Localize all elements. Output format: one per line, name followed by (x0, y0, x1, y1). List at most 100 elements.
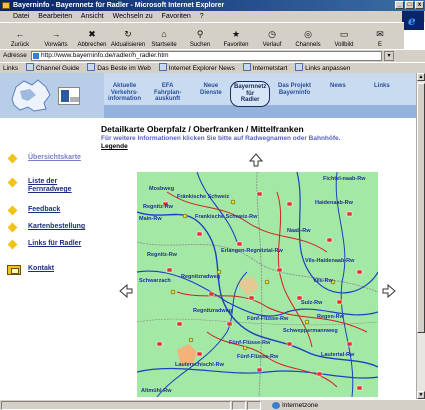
train-station-marker[interactable] (336, 299, 343, 305)
map-route-label[interactable]: Frankische Schweiz-Rw (195, 214, 258, 220)
train-station-marker[interactable] (356, 385, 363, 391)
train-station-marker[interactable] (256, 367, 263, 373)
menu-item-ansicht[interactable]: Ansicht (81, 13, 104, 20)
left-nav-links-f-r-radler[interactable]: Links für Radler (0, 239, 104, 250)
map-route-label[interactable]: Fünf-Flüsse-Rw (247, 316, 289, 322)
nav-tab-aktuelle-verkehrs-information[interactable]: Aktuelle Verkehrs-information (108, 83, 141, 103)
train-station-marker[interactable] (276, 267, 283, 273)
map-route-label[interactable]: Mosbweg (149, 186, 174, 192)
link-internetstart[interactable]: Internetstart (243, 65, 288, 72)
train-station-marker[interactable] (208, 291, 215, 297)
toolbar-button-vorwrts[interactable]: → Vorwärts (40, 23, 72, 49)
address-input[interactable]: http://www.bayerninfo.de/radler/h_radler… (31, 51, 382, 61)
map-route-label[interactable]: Fünf-Flüsse-Rw (229, 340, 271, 346)
arrow-left-icon[interactable] (119, 284, 133, 298)
map-route-label[interactable]: Schwarzach (139, 278, 171, 284)
map-route-label[interactable]: Fichtel-naab-Rw (323, 176, 366, 182)
train-station-marker[interactable] (256, 191, 263, 197)
map-route-label[interactable]: Regen-Rw (317, 314, 345, 320)
map-route-label[interactable]: Schweppermannweg (283, 328, 338, 334)
map-route-label[interactable]: Naab-Rw (287, 228, 311, 234)
maximize-button[interactable]: □ (405, 1, 414, 9)
link-channel-guide[interactable]: Channel Guide (26, 65, 79, 72)
toolbar-button-suchen[interactable]: ⚲ Suchen (184, 23, 216, 49)
toolbar-button-favoriten[interactable]: ★ Favoriten (220, 23, 252, 49)
link-ie-news[interactable]: Internet Explorer News (159, 65, 235, 72)
map-route-label[interactable]: Sulz-Rw (301, 300, 323, 306)
scroll-down-button[interactable]: ▼ (417, 391, 425, 399)
town-marker[interactable] (230, 199, 236, 205)
arrow-up-icon[interactable] (249, 153, 263, 167)
map-route-label[interactable]: Altmühl-Rw (141, 388, 172, 394)
train-station-marker[interactable] (346, 341, 353, 347)
town-marker[interactable] (304, 319, 310, 325)
scroll-up-button[interactable]: ▲ (417, 73, 425, 81)
town-marker[interactable] (170, 289, 176, 295)
town-marker[interactable] (242, 345, 248, 351)
menu-item-datei[interactable]: Datei (13, 13, 29, 20)
map-route-label[interactable]: Regnitz-Rw (143, 204, 174, 210)
train-station-marker[interactable] (166, 267, 173, 273)
arrow-right-icon[interactable] (382, 284, 396, 298)
menu-item-favoriten[interactable]: Favoriten (162, 13, 191, 20)
left-nav--bersichtskarte[interactable]: Übersichtskarte (0, 153, 104, 164)
map-route-label[interactable]: Regnitzradweg (181, 274, 220, 280)
link-das-beste-im-web[interactable]: Das Beste im Web (87, 65, 151, 72)
toolbar-button-e[interactable]: ✉ E (364, 23, 396, 49)
town-marker[interactable] (264, 279, 270, 285)
train-station-marker[interactable] (156, 341, 163, 347)
vertical-scrollbar[interactable]: ▲ ▼ (416, 73, 425, 399)
train-station-marker[interactable] (196, 231, 203, 237)
toolbar-button-startseite[interactable]: ⌂ Startseite (148, 23, 180, 49)
train-station-marker[interactable] (346, 211, 353, 217)
map-route-label[interactable]: Main-Rw (139, 216, 162, 222)
train-station-marker[interactable] (326, 237, 333, 243)
train-station-marker[interactable] (236, 241, 243, 247)
map-route-label[interactable]: Lautertal-Rw (321, 352, 355, 358)
train-station-marker[interactable] (196, 351, 203, 357)
nav-tab-das-projekt-bayerninfo[interactable]: Das Projekt Bayerninfo (278, 83, 311, 96)
map-route-label[interactable]: Regnitz-Rw (147, 252, 178, 258)
toolbar-button-channels[interactable]: ◎ Channels (292, 23, 324, 49)
toolbar-button-aktualisieren[interactable]: ↻ Aktualisieren (111, 23, 145, 49)
left-nav-feedback[interactable]: Feedback (0, 205, 104, 216)
bavaria-map-logo[interactable] (6, 77, 52, 113)
train-station-marker[interactable] (226, 321, 233, 327)
map-route-label[interactable]: Vils-Haidenaab-Rw (305, 258, 355, 264)
minimize-button[interactable]: _ (395, 1, 404, 9)
town-marker[interactable] (188, 337, 194, 343)
nav-tab-efa-fahrplan-auskunft[interactable]: EFA Fahrplan-auskunft (154, 83, 181, 103)
toolbar-button-abbrechen[interactable]: ✖ Abbrechen (76, 23, 108, 49)
toolbar-button-vollbild[interactable]: ▭ Vollbild (328, 23, 360, 49)
address-dropdown-button[interactable]: ▾ (384, 51, 394, 61)
legend-link[interactable]: Legende (101, 143, 128, 150)
train-station-marker[interactable] (286, 341, 293, 347)
map-route-label[interactable]: Fünf-Flüsse-Rw (237, 354, 279, 360)
left-nav-liste-der-fernradwege[interactable]: Liste der Fernradwege (0, 177, 104, 194)
menu-item-bearbeiten[interactable]: Bearbeiten (38, 13, 72, 20)
nav-tab-neue-dienste[interactable]: Neue Dienste (200, 83, 222, 96)
scroll-thumb[interactable] (417, 83, 425, 333)
window-title-bar[interactable]: Bayerninfo - Bayernnetz für Radler - Mic… (0, 0, 425, 11)
nav-tab-links[interactable]: Links (374, 83, 390, 90)
bayerninfo-logo[interactable] (58, 87, 80, 105)
train-station-marker[interactable] (356, 269, 363, 275)
town-marker[interactable] (182, 213, 188, 219)
map-route-label[interactable]: Fränkische Schweiz (177, 194, 230, 200)
train-station-marker[interactable] (176, 321, 183, 327)
detail-map[interactable]: Fichtel-naab-Rw Mosbweg Fränkische Schweiz… (137, 172, 378, 397)
map-route-label[interactable]: Regnitzradweg (193, 308, 232, 314)
train-station-marker[interactable] (248, 295, 255, 301)
page-viewport[interactable]: Aktuelle Verkehrs-information EFA Fahrplan-… (0, 73, 416, 399)
nav-tab-news[interactable]: News (330, 83, 346, 90)
menu-item-help[interactable]: ? (200, 13, 204, 20)
train-station-marker[interactable] (316, 371, 323, 377)
map-route-label[interactable]: Vils-Rw (313, 278, 333, 284)
link-links-anpassen[interactable]: Links anpassen (295, 65, 350, 72)
nav-tab-bayernnetz-f-r-radler[interactable]: Bayernnetz für Radler (230, 81, 271, 107)
menu-item-wechseln-zu[interactable]: Wechseln zu (113, 13, 153, 20)
left-nav-kartenbestellung[interactable]: Kartenbestellung (0, 222, 104, 233)
map-route-label[interactable]: Erlangen-Regnitztal-Rw (221, 248, 283, 254)
map-route-label[interactable]: Lauterschischl-Rw (175, 362, 225, 368)
train-station-marker[interactable] (286, 201, 293, 207)
